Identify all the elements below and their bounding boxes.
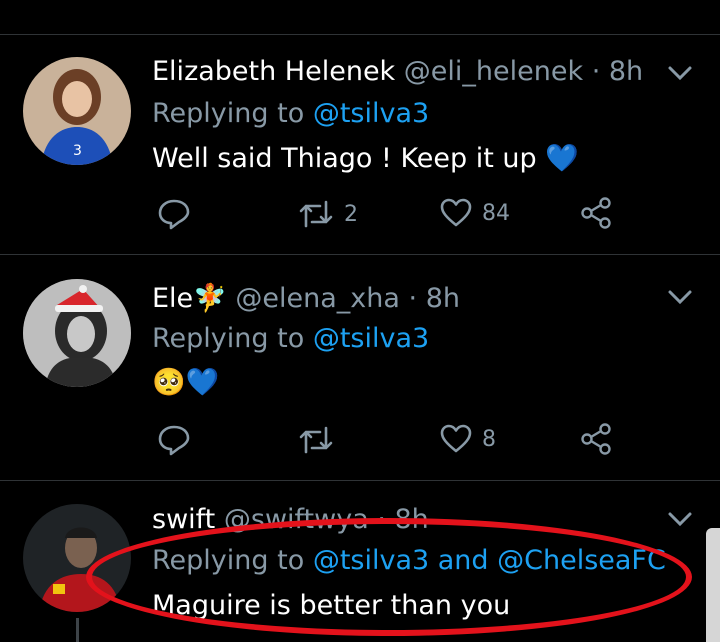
share-button[interactable]: [580, 422, 612, 456]
scrollbar[interactable]: [706, 528, 720, 642]
mention-link[interactable]: @tsilva3: [313, 323, 429, 354]
retweet-button[interactable]: 2: [298, 198, 358, 230]
mention-link[interactable]: @tsilva3: [313, 98, 429, 129]
tweet-text: 🥺💙: [152, 367, 220, 398]
reply-icon: [158, 425, 190, 456]
tweet-header: Elizabeth Helenek @eli_helenek · 8h: [152, 56, 643, 87]
display-name[interactable]: Elizabeth Helenek: [152, 56, 395, 87]
share-icon: [581, 197, 611, 229]
timestamp[interactable]: · 8h: [409, 283, 460, 314]
retweet-icon: [299, 200, 333, 228]
reply-button[interactable]: [157, 424, 191, 456]
share-icon: [581, 423, 611, 455]
reply-button[interactable]: [157, 198, 191, 230]
like-button[interactable]: 84: [440, 198, 510, 228]
tweet-header: Ele🧚 @elena_xha · 8h: [152, 282, 460, 314]
avatar[interactable]: [23, 279, 131, 387]
handle[interactable]: @elena_xha: [235, 283, 400, 314]
like-count: 8: [482, 426, 496, 452]
retweet-icon: [299, 426, 333, 454]
display-name[interactable]: Ele: [152, 283, 193, 314]
chevron-down-icon[interactable]: [667, 288, 693, 306]
divider: [0, 254, 720, 255]
like-button[interactable]: 8: [440, 424, 496, 454]
replying-to: Replying to @tsilva3: [152, 323, 430, 354]
share-button[interactable]: [580, 196, 612, 230]
chevron-down-icon[interactable]: [667, 64, 693, 82]
thread-line: [76, 618, 79, 642]
timeline: 3 Elizabeth Helenek @eli_helenek · 8h Re…: [0, 0, 720, 642]
red-annotation-circle: [86, 518, 692, 636]
like-icon: [440, 424, 472, 453]
divider: [0, 34, 720, 35]
timestamp[interactable]: · 8h: [592, 56, 643, 87]
tweet-text: Well said Thiago ! Keep it up 💙: [152, 143, 579, 174]
avatar[interactable]: 3: [23, 57, 131, 165]
retweet-count: 2: [344, 201, 358, 227]
like-icon: [440, 198, 472, 227]
fairy-emoji: 🧚: [193, 283, 227, 314]
divider: [0, 480, 720, 481]
retweet-button[interactable]: [298, 424, 344, 456]
blue-heart-emoji: 💙: [545, 143, 579, 174]
handle[interactable]: @eli_helenek: [404, 56, 583, 87]
like-count: 84: [482, 200, 510, 226]
replying-to: Replying to @tsilva3: [152, 98, 430, 129]
chevron-down-icon[interactable]: [667, 510, 693, 528]
reply-icon: [158, 199, 190, 230]
svg-text:3: 3: [73, 143, 82, 159]
